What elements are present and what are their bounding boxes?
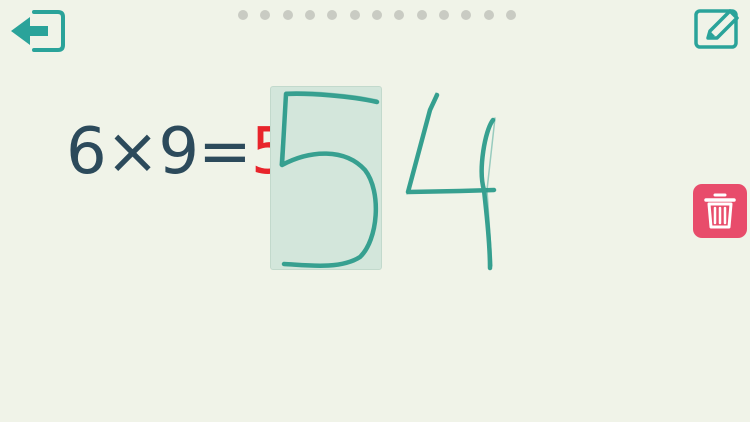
handwriting-canvas[interactable] (0, 0, 750, 422)
handwritten-digit-4-diagonal (405, 92, 497, 195)
handwritten-digit-4-vertical (479, 117, 496, 271)
handwriting-strokes (279, 91, 497, 271)
handwritten-digit-5 (279, 91, 380, 269)
